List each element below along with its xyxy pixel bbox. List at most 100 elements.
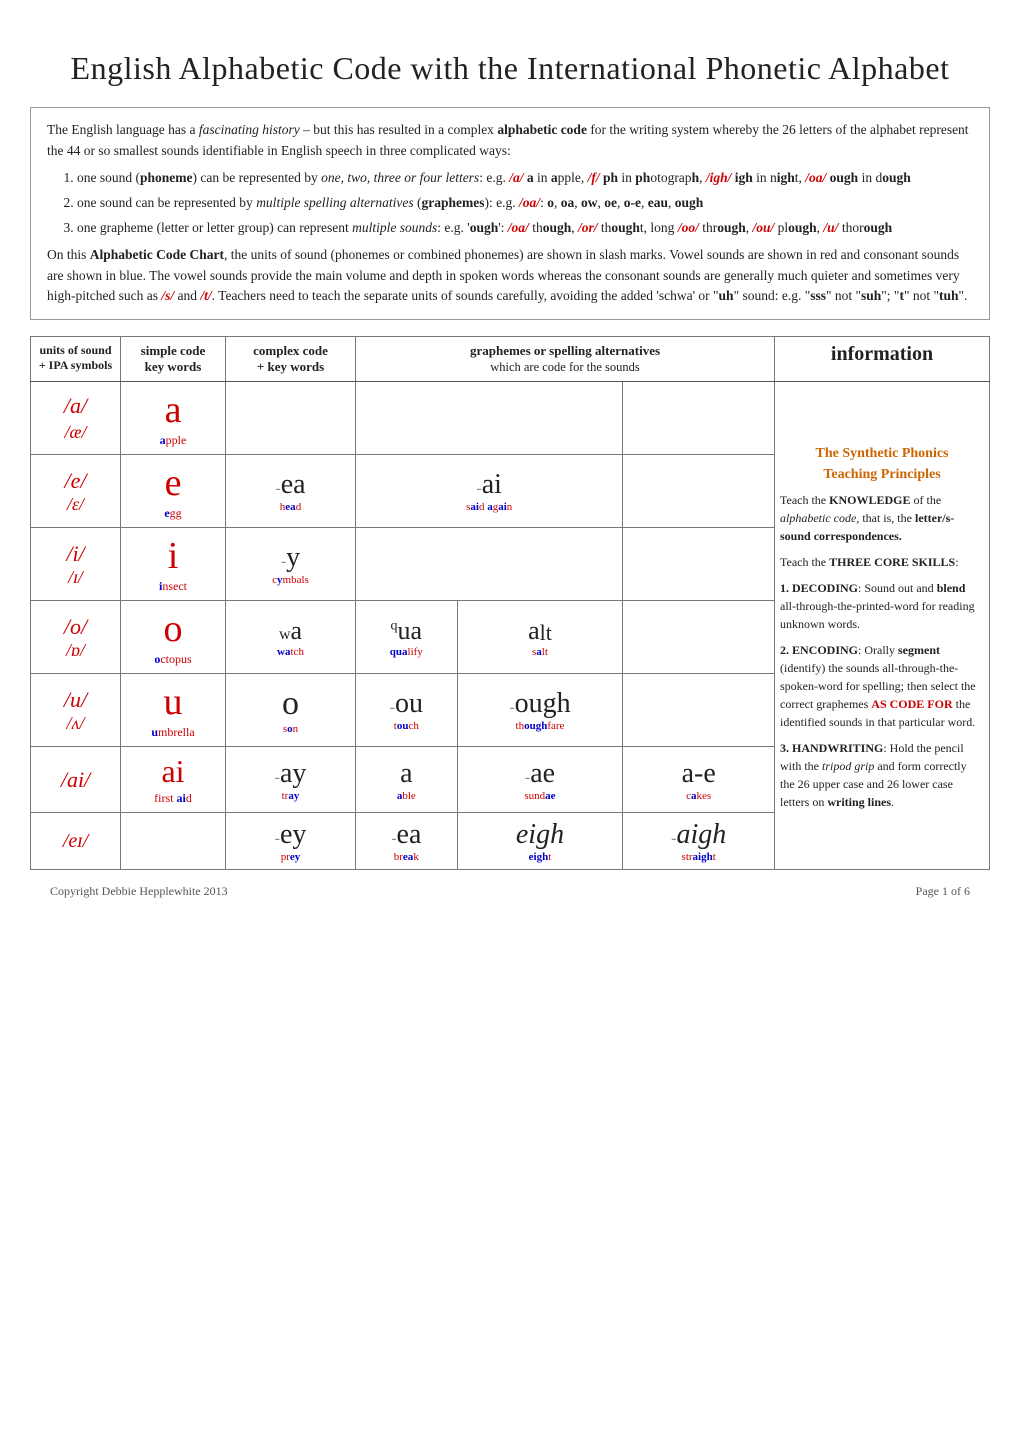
header-ipa-symbols: + IPA symbols (39, 358, 112, 372)
ipa-cell-u: /u/ /ʌ/ (31, 674, 121, 747)
grapheme-alt-display: alt (463, 616, 618, 646)
header-complex-code: complex code (253, 343, 328, 358)
grapheme-ough-display: -ough (463, 688, 618, 720)
simple-cell-i: i insect (121, 528, 226, 601)
simple-cell-ai: ai first aid (121, 747, 226, 813)
table-header-row: units of sound + IPA symbols simple code… (31, 337, 990, 382)
ipa-cell-o: /o/ /ɒ/ (31, 601, 121, 674)
ipa-a1: /a/ (64, 393, 87, 418)
intro-list-item-2: one sound can be represented by multiple… (77, 193, 973, 214)
graphemes-extra-a (356, 382, 623, 455)
grapheme-ea-ei-display: -ea (361, 819, 452, 851)
keyword-watch: watch (231, 646, 350, 658)
grapheme-ay: -ay (231, 758, 350, 790)
simple-grapheme-a: a (126, 388, 220, 432)
header-col-complex: complex code + key words (226, 337, 356, 382)
complex-cell-u: o son (226, 674, 356, 747)
complex-cell-e: -ea head (226, 455, 356, 528)
complex-cell-ei: -ey prey (226, 813, 356, 870)
synth-phonics-header: The Synthetic PhonicsTeaching Principles (780, 443, 984, 485)
simple-grapheme-e: e (126, 461, 220, 505)
ipa-ei1: /eɪ/ (63, 830, 88, 852)
keyword-straight: straight (628, 851, 769, 863)
keyword-cymbals: cymbals (231, 574, 350, 586)
ipa-u2: /ʌ/ (67, 713, 85, 733)
grapheme-ae-ai: -ae sundae (457, 747, 623, 813)
keyword-salt: salt (463, 646, 618, 658)
grapheme-ea: -ea (231, 469, 350, 501)
info-knowledge: Teach the KNOWLEDGE of the alphabetic co… (780, 491, 984, 545)
keyword-son: son (231, 723, 350, 735)
graphemes-empty-a (623, 382, 775, 455)
keyword-head: head (231, 501, 350, 513)
graphemes-empty-o (623, 601, 775, 674)
ipa-cell-i: /i/ /ɪ/ (31, 528, 121, 601)
grapheme-ai-e: -ai (361, 469, 617, 501)
keyword-touch: touch (361, 720, 452, 732)
intro-list: one sound (phoneme) can be represented b… (47, 168, 973, 239)
intro-paragraph-1: The English language has a fascinating h… (47, 120, 973, 162)
header-complex-key-words: + key words (257, 359, 324, 374)
info-decoding: 1. DECODING: Sound out and blend all-thr… (780, 579, 984, 633)
simple-cell-ei (121, 813, 226, 870)
grapheme-a-display: a (361, 758, 452, 790)
graphemes-empty-e (623, 455, 775, 528)
keyword-cakes: cakes (628, 790, 769, 802)
grapheme-ea-ei: -ea break (356, 813, 458, 870)
simple-keyword-a: apple (160, 433, 187, 447)
header-col-ipa: units of sound + IPA symbols (31, 337, 121, 382)
intro-box: The English language has a fascinating h… (30, 107, 990, 320)
ipa-i1: /i/ (66, 541, 84, 566)
complex-cell-a (226, 382, 356, 455)
grapheme-ae-display: -ae (463, 758, 618, 790)
header-simple-code: simple code (141, 343, 206, 358)
header-col-simple: simple code key words (121, 337, 226, 382)
grapheme-y-i: -y (231, 542, 350, 574)
ipa-cell-ei: /eɪ/ (31, 813, 121, 870)
grapheme-ou-u: -ou touch (356, 674, 458, 747)
simple-keyword-e: egg (164, 506, 181, 520)
keyword-sundae: sundae (463, 790, 618, 802)
keyword-eight: eight (463, 851, 618, 863)
grapheme-a-e-ai: a-e cakes (623, 747, 775, 813)
ipa-cell-e: /e/ /ɛ/ (31, 455, 121, 528)
simple-keyword-i: insect (159, 579, 187, 593)
ipa-u1: /u/ (64, 687, 87, 712)
grapheme-o-u: o (231, 685, 350, 723)
grapheme-wa: wa (231, 616, 350, 646)
keyword-break: break (361, 851, 452, 863)
keyword-tray: tray (231, 790, 350, 802)
grapheme-alt: alt salt (457, 601, 623, 674)
page-title: English Alphabetic Code with the Interna… (30, 20, 990, 107)
grapheme-aigh-display: -aigh (628, 819, 769, 851)
footer-copyright: Copyright Debbie Hepplewhite 2013 (50, 884, 228, 899)
keyword-prey: prey (231, 851, 350, 863)
simple-cell-u: u umbrella (121, 674, 226, 747)
keyword-table: able (361, 790, 452, 802)
grapheme-eigh-ei: eigh eight (457, 813, 623, 870)
grapheme-aigh-ei: -aigh straight (623, 813, 775, 870)
ipa-e2: /ɛ/ (67, 494, 84, 514)
graphemes-empty-i2 (356, 528, 623, 601)
grapheme-ey: -ey (231, 819, 350, 851)
simple-cell-e: e egg (121, 455, 226, 528)
grapheme-eigh-display: eigh (463, 819, 618, 851)
complex-cell-ai: -ay tray (226, 747, 356, 813)
simple-grapheme-i: i (126, 534, 220, 578)
info-column: The Synthetic PhonicsTeaching Principles… (775, 382, 990, 870)
ipa-o2: /ɒ/ (66, 640, 85, 660)
footer: Copyright Debbie Hepplewhite 2013 Page 1… (30, 884, 990, 899)
graphemes-empty-i3 (623, 528, 775, 601)
footer-page-number: Page 1 of 6 (916, 884, 970, 899)
keyword-said-again: said again (361, 501, 617, 513)
simple-grapheme-ai: ai (126, 753, 220, 790)
grapheme-qua-display: qua (361, 616, 452, 646)
intro-list-item-3: one grapheme (letter or letter group) ca… (77, 218, 973, 239)
intro-paragraph-bottom: On this Alphabetic Code Chart, the units… (47, 245, 973, 308)
grapheme-a-e-display: a-e (628, 758, 769, 790)
header-col-graphemes: graphemes or spelling alternativeswhich … (356, 337, 775, 382)
header-units-of-sound: units of sound (39, 343, 111, 357)
info-three-core: Teach the THREE CORE SKILLS: (780, 553, 984, 571)
complex-cell-o: wa watch (226, 601, 356, 674)
main-table: units of sound + IPA symbols simple code… (30, 336, 990, 870)
